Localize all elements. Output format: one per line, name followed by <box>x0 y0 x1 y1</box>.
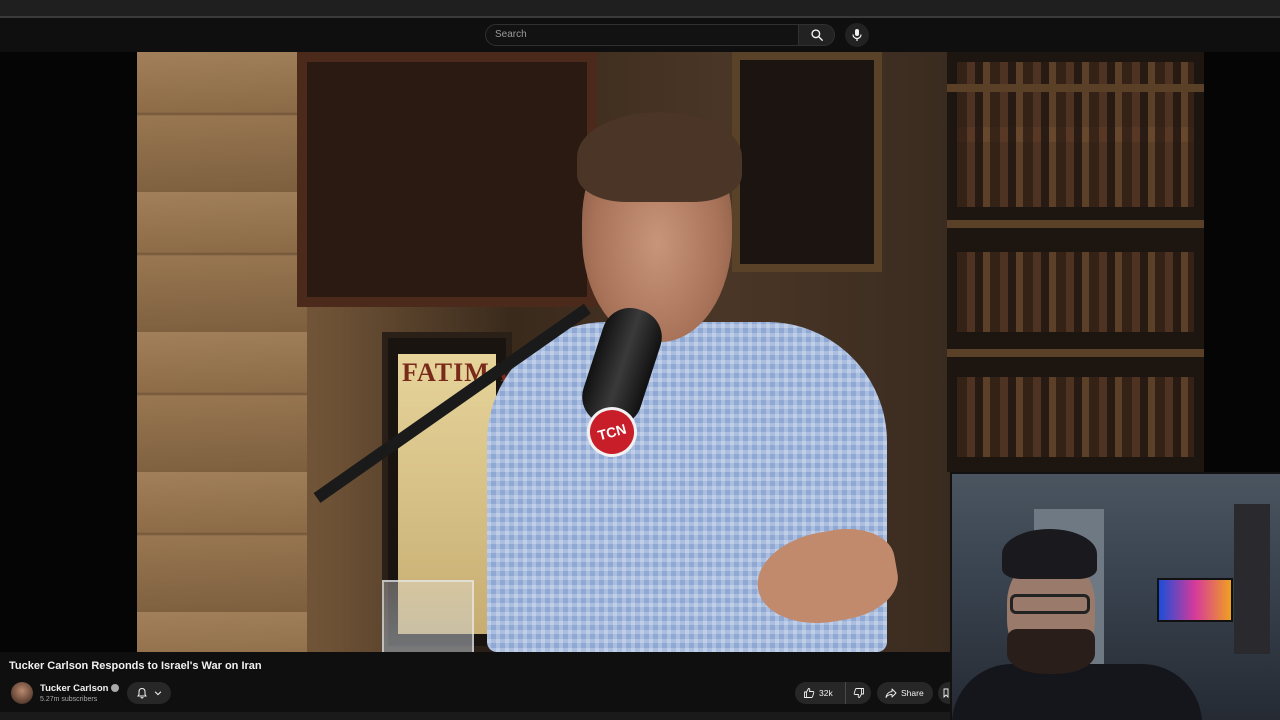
share-label: Share <box>901 688 924 698</box>
like-button[interactable]: 32k <box>795 682 845 704</box>
water-glass <box>382 580 474 652</box>
webcam-shelf <box>1234 504 1270 654</box>
shelf-board <box>947 349 1204 357</box>
channel-name[interactable]: Tucker Carlson <box>40 683 108 694</box>
share-button[interactable]: Share <box>877 682 933 704</box>
verified-icon <box>111 684 120 693</box>
webcam-overlay <box>950 472 1280 720</box>
shelf-board <box>947 220 1204 228</box>
save-button[interactable] <box>938 682 950 704</box>
like-dislike-group: 32k <box>795 682 871 704</box>
chevron-down-icon <box>154 691 161 696</box>
wood-wall <box>137 52 307 652</box>
streamer-glasses <box>1010 594 1090 614</box>
streamer <box>952 529 1202 720</box>
search-icon <box>810 29 823 41</box>
shelf-board <box>947 84 1204 92</box>
video-title: Tucker Carlson Responds to Israel's War … <box>9 660 262 672</box>
dislike-button[interactable] <box>845 682 871 704</box>
channel-avatar[interactable] <box>11 682 33 704</box>
bookshelf <box>947 52 1204 472</box>
microphone-icon <box>852 29 862 41</box>
search-button[interactable] <box>799 24 835 46</box>
streamer-beard <box>1007 629 1095 674</box>
like-count: 32k <box>819 688 833 698</box>
voice-search-button[interactable] <box>845 23 869 47</box>
notification-button[interactable] <box>127 682 171 704</box>
host-hair <box>577 112 742 202</box>
streamer-cap <box>1002 529 1097 579</box>
bottom-scroll-strip <box>0 712 950 720</box>
bell-icon <box>136 687 147 699</box>
browser-top-strip <box>0 0 1280 18</box>
books-row <box>957 252 1194 332</box>
share-icon <box>885 688 897 698</box>
streamer-body <box>952 664 1202 720</box>
host <box>457 112 904 652</box>
channel-name-container[interactable]: Tucker Carlson <box>40 683 120 694</box>
thumbs-up-icon <box>804 688 815 698</box>
masthead: Search <box>0 18 1280 52</box>
video-info: Tucker Carlson Responds to Israel's War … <box>0 652 950 720</box>
search-input[interactable]: Search <box>485 24 799 46</box>
books-row <box>957 377 1194 457</box>
books-row <box>957 127 1194 207</box>
save-icon <box>943 688 949 699</box>
thumbs-down-icon <box>853 688 864 698</box>
subscriber-count: 5.27m subscribers <box>40 696 98 703</box>
